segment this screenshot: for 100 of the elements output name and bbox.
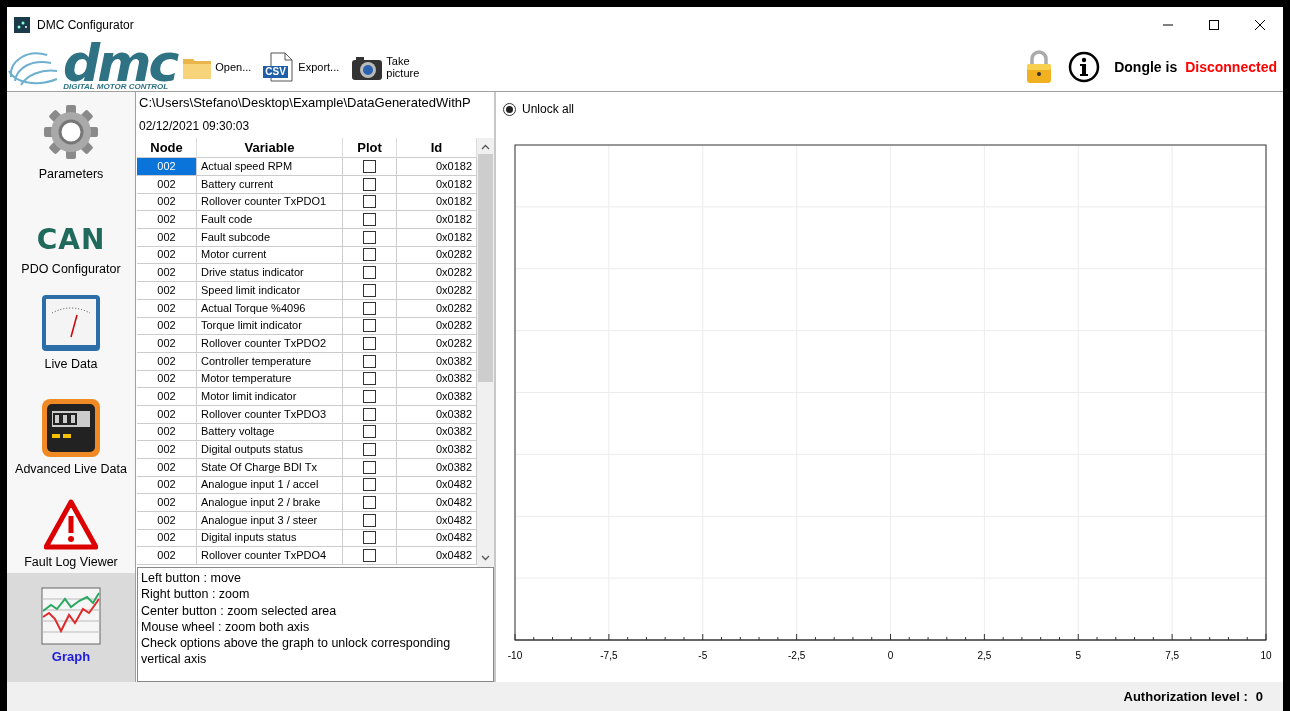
table-cell: Actual speed RPM [197, 158, 343, 176]
checkbox[interactable] [363, 160, 376, 173]
table-cell: Rollover counter TxPDO3 [197, 405, 343, 424]
sidebar-item[interactable]: Graph [7, 573, 135, 682]
table-cell[interactable]: 002 [137, 299, 197, 318]
scroll-down-icon[interactable] [481, 555, 490, 561]
table-cell[interactable]: 002 [137, 387, 197, 406]
table-cell[interactable]: 002 [137, 511, 197, 530]
table-cell[interactable]: 002 [137, 352, 197, 371]
table-cell: Rollover counter TxPDO4 [197, 547, 343, 566]
sidebar-item[interactable]: Parameters [7, 92, 135, 185]
logo-tagline: DIGITAL MOTOR CONTROL [63, 82, 169, 91]
table-cell[interactable]: 002 [137, 228, 197, 247]
table-cell: Torque limit indicator [197, 317, 343, 336]
sidebar-item[interactable]: Fault Log Viewer [7, 480, 135, 573]
scrollbar[interactable] [477, 138, 494, 567]
file-path: C:\Users\Stefano\Desktop\Example\DataGeneratedWithP [138, 94, 472, 112]
checkbox[interactable] [363, 266, 376, 280]
checkbox[interactable] [363, 177, 376, 191]
table-cell: Motor limit indicator [197, 387, 343, 406]
table-cell: Fault subcode [197, 228, 343, 247]
checkbox[interactable] [363, 443, 376, 456]
table-cell: Digital outputs status [197, 441, 343, 459]
checkbox[interactable] [363, 372, 376, 386]
table-cell[interactable]: 002 [137, 281, 197, 300]
checkbox[interactable] [363, 531, 376, 545]
checkbox[interactable] [363, 513, 376, 527]
axis-label: -5 [698, 650, 708, 661]
checkbox[interactable] [363, 407, 376, 421]
table-cell: Fault code [197, 211, 343, 230]
logo-wordmark: dmc [63, 42, 177, 83]
table-cell[interactable]: 002 [137, 334, 197, 353]
axis-label: -10 [507, 650, 523, 661]
table-cell[interactable]: 002 [137, 441, 197, 459]
table-cell: Motor temperature [197, 370, 343, 389]
table-cell: Rollover counter TxPDO1 [197, 193, 343, 212]
table-cell: Speed limit indicator [197, 281, 343, 300]
table-cell[interactable]: 002 [137, 494, 197, 513]
table-cell: Rollover counter TxPDO2 [197, 334, 343, 353]
checkbox[interactable] [363, 213, 376, 227]
checkbox[interactable] [363, 478, 376, 492]
sidebar-item[interactable]: Advanced Live Data [7, 375, 135, 480]
table-cell[interactable]: 002 [137, 529, 197, 548]
table-cell[interactable]: 002 [137, 264, 197, 283]
can-logo-icon: CAN [36, 222, 106, 258]
close-icon [1254, 18, 1266, 31]
table-cell: Controller temperature [197, 352, 343, 371]
table-cell[interactable]: 002 [137, 211, 197, 230]
authorization-value: 0 [1255, 689, 1263, 704]
table-cell[interactable]: 002 [137, 547, 197, 566]
table-cell[interactable]: 002 [137, 370, 197, 389]
checkbox[interactable] [363, 354, 376, 368]
dongle-label: Dongle is [1114, 58, 1178, 75]
table-cell: Analogue input 3 / steer [197, 511, 343, 530]
checkbox[interactable] [363, 389, 376, 403]
table-cell: Analogue input 1 / accel [197, 476, 343, 495]
table-cell[interactable]: 002 [137, 193, 197, 212]
gauge-icon [40, 293, 102, 353]
table-cell[interactable]: 002 [137, 246, 197, 265]
checkbox[interactable] [363, 319, 376, 333]
table-cell[interactable]: 002 [137, 405, 197, 424]
warning-icon [44, 499, 98, 551]
checkbox[interactable] [363, 301, 376, 315]
table-cell[interactable]: 002 [137, 458, 197, 477]
column-header[interactable]: Variable [197, 138, 343, 158]
table-cell[interactable]: 002 [137, 423, 197, 442]
multimeter-icon [41, 398, 101, 458]
line-chart-icon [41, 587, 101, 645]
checkbox[interactable] [363, 336, 376, 350]
authorization-label: Authorization level : [1123, 689, 1248, 704]
table-cell[interactable]: 002 [137, 158, 197, 176]
maximize-icon [1208, 18, 1220, 31]
checkbox[interactable] [363, 549, 376, 563]
table-cell: Actual Torque %4096 [197, 299, 343, 318]
open-button[interactable]: Open... [176, 48, 258, 85]
checkbox[interactable] [363, 230, 376, 244]
checkbox[interactable] [363, 248, 376, 262]
app-icon [14, 16, 30, 33]
help-text: Right button : zoom [141, 586, 251, 603]
sidebar-item[interactable]: Live Data [7, 280, 135, 375]
checkbox[interactable] [363, 496, 376, 510]
checkbox[interactable] [363, 425, 376, 439]
radio-label[interactable]: Unlock all [522, 102, 575, 116]
camera-button[interactable]: Take picture [345, 48, 429, 85]
checkbox[interactable] [363, 460, 376, 474]
table-cell: Analogue input 2 / brake [197, 494, 343, 513]
sidebar-item[interactable]: CAN PDO Configurator [7, 185, 135, 280]
table-cell[interactable]: 002 [137, 317, 197, 336]
checkbox[interactable] [363, 283, 376, 297]
axis-label: -7,5 [600, 650, 618, 661]
export-button[interactable]: CSV Export... [257, 48, 346, 85]
scroll-up-icon[interactable] [481, 144, 490, 150]
table-cell: Battery voltage [197, 423, 343, 442]
radio-button[interactable] [503, 102, 516, 116]
table-cell[interactable]: 002 [137, 175, 197, 194]
checkbox[interactable] [363, 195, 376, 209]
table-cell[interactable]: 002 [137, 476, 197, 495]
column-header[interactable]: Plot [343, 138, 397, 158]
info-icon[interactable] [1068, 50, 1101, 83]
dongle-status: Disconnected [1185, 58, 1277, 75]
